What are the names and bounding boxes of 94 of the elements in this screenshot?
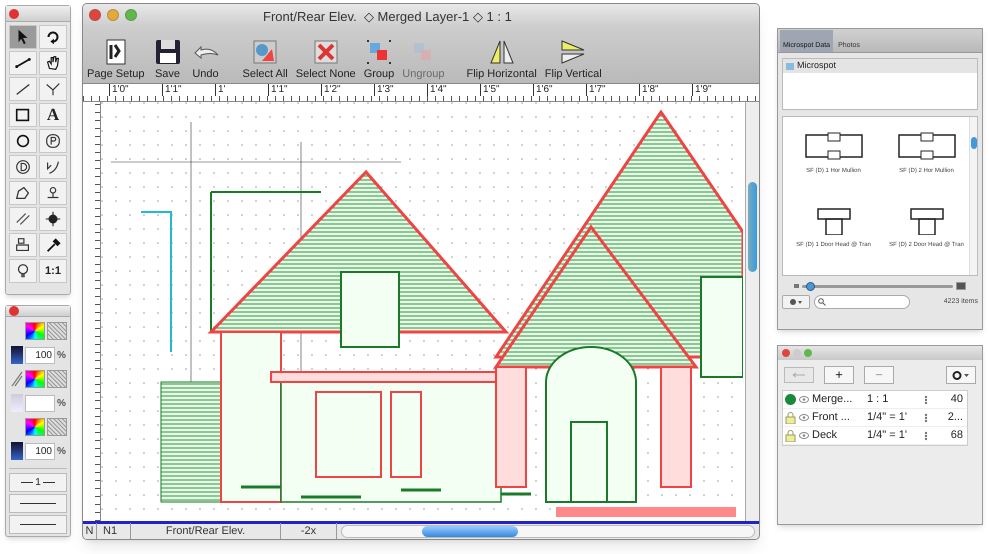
percent-label: % <box>57 348 66 362</box>
select-all-button[interactable]: Select All <box>242 37 288 81</box>
hand-icon <box>44 54 62 72</box>
add-layer-button[interactable]: + <box>824 366 854 384</box>
circle-icon <box>14 132 32 150</box>
window-title: Front/Rear Elev. ◇ Merged Layer-1 ◇ 1 : 1 <box>263 8 512 26</box>
rotate-tool-button[interactable] <box>39 25 67 49</box>
eye-icon[interactable] <box>799 396 809 403</box>
select-none-button[interactable]: Select None <box>296 37 356 81</box>
polygon-icon <box>14 184 32 202</box>
color-swatch <box>11 442 23 460</box>
rect-tool-button[interactable] <box>9 103 37 127</box>
group-button[interactable]: Group <box>364 37 394 81</box>
polygon-tool-button[interactable] <box>9 181 37 205</box>
action-menu-button[interactable] <box>782 295 810 309</box>
color-swatch <box>11 394 23 412</box>
undo-button[interactable]: Undo <box>190 37 220 81</box>
layer-name[interactable]: Deck <box>812 427 864 444</box>
percent-label: % <box>57 444 66 458</box>
layer-value: 40 <box>950 392 964 408</box>
percent-label: % <box>57 396 66 410</box>
line-style-icon <box>11 371 23 387</box>
p-circle-tool-button[interactable] <box>39 129 67 153</box>
arrow-icon <box>792 372 806 378</box>
parallel-icon <box>14 210 32 228</box>
dropper-tool-button[interactable] <box>39 233 67 257</box>
layer-scale: 1 : 1 <box>867 392 890 408</box>
circle-tool-button[interactable] <box>9 129 37 153</box>
stepper-icon[interactable] <box>924 430 928 440</box>
view-name: Front/Rear Elev. <box>131 523 281 539</box>
opacity-field[interactable]: 100 <box>25 346 55 364</box>
layer-options-button[interactable] <box>946 366 976 384</box>
d-circle-tool-button[interactable] <box>9 155 37 179</box>
color-swatch <box>11 346 23 364</box>
layer-scale: 1/4" = 1' <box>867 410 908 426</box>
scroll-thumb[interactable] <box>422 526 518 537</box>
layer-name[interactable]: Front ... <box>812 409 864 426</box>
arrow-tool-button[interactable] <box>9 25 37 49</box>
bulb-tool-button[interactable] <box>9 259 37 283</box>
color-picker-button[interactable] <box>25 418 45 436</box>
flip-h-button[interactable]: Flip Horizontal <box>466 37 537 81</box>
layer-name[interactable]: Merge... <box>812 391 864 408</box>
tool-button[interactable]: 1:1 <box>39 259 67 283</box>
hand-tool-button[interactable] <box>39 51 67 75</box>
target-tool-button[interactable] <box>39 207 67 231</box>
arc-tool-button[interactable] <box>39 155 67 179</box>
page-label: N <box>83 523 97 539</box>
stepper-icon[interactable] <box>924 394 928 404</box>
line-style-button[interactable] <box>9 494 67 513</box>
active-layer-icon[interactable] <box>785 394 796 405</box>
large-size-icon <box>956 282 966 290</box>
minimize-button[interactable] <box>107 9 119 21</box>
parallel-tool-button[interactable] <box>9 207 37 231</box>
rect-icon <box>14 106 32 124</box>
search-icon <box>818 298 826 306</box>
layer-value: 68 <box>950 428 964 444</box>
marker-tool-button[interactable] <box>39 181 67 205</box>
close-button[interactable] <box>782 349 790 357</box>
angle-tool-button[interactable] <box>39 77 67 101</box>
color-picker-button[interactable] <box>25 370 45 388</box>
close-button[interactable] <box>89 9 101 21</box>
scroll-thumb[interactable] <box>971 137 977 149</box>
d-circle-icon <box>14 158 32 176</box>
search-field[interactable] <box>814 295 910 309</box>
size-slider[interactable] <box>802 284 953 288</box>
eye-icon[interactable] <box>799 414 809 421</box>
disk-button[interactable]: Save <box>152 37 182 81</box>
scroll-thumb[interactable] <box>748 182 757 272</box>
close-button[interactable] <box>9 306 19 316</box>
horizontal-scrollbar[interactable] <box>341 525 755 538</box>
lock-icon[interactable] <box>785 430 796 442</box>
color-picker-button[interactable] <box>25 322 45 340</box>
line-tool-button[interactable] <box>9 77 37 101</box>
zoom-button[interactable] <box>125 9 137 21</box>
eye-icon[interactable] <box>799 432 809 439</box>
layer-scale: 1/4" = 1' <box>867 428 908 444</box>
page-button[interactable]: Page Setup <box>87 37 144 81</box>
opacity-field[interactable] <box>25 394 55 412</box>
target-icon <box>44 210 62 228</box>
line-style-button[interactable]: 1 <box>9 473 67 492</box>
layer-value: 2... <box>946 410 964 426</box>
stamp-tool-button[interactable] <box>9 233 37 257</box>
flip-v-button[interactable]: Flip Vertical <box>544 37 602 81</box>
close-button[interactable] <box>9 8 19 18</box>
layer-label: N1 <box>97 523 131 539</box>
lock-icon[interactable] <box>785 412 796 424</box>
slider-thumb[interactable] <box>806 282 815 290</box>
zoom-level: -2x <box>281 523 337 539</box>
stepper-icon[interactable] <box>924 412 928 422</box>
line-point-tool-button[interactable] <box>9 51 37 75</box>
opacity-field[interactable]: 100 <box>25 442 55 460</box>
small-size-icon <box>794 284 799 288</box>
tool-button[interactable]: A <box>39 103 67 127</box>
line-style-button[interactable] <box>9 515 67 534</box>
